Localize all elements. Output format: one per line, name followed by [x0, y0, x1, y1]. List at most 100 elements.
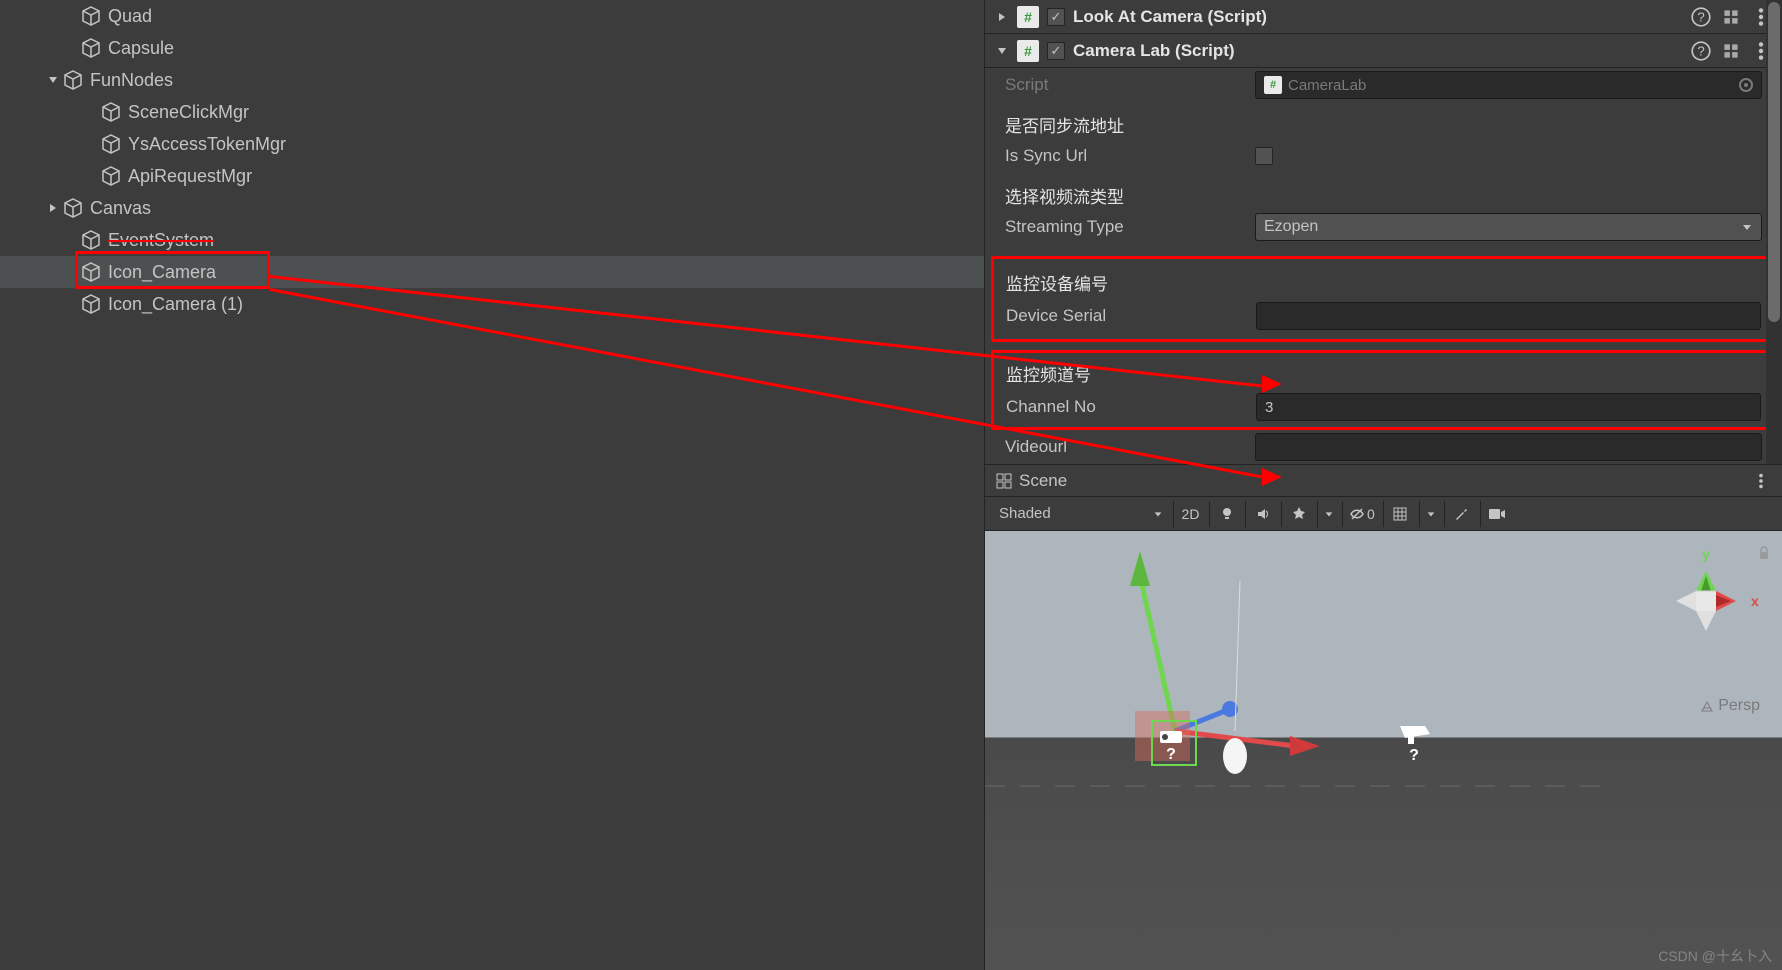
component-look-at-camera[interactable]: # Look At Camera (Script) ? [985, 0, 1782, 34]
gameobject-icon [80, 293, 102, 315]
component-enabled-checkbox[interactable] [1047, 8, 1065, 26]
svg-text:?: ? [1697, 43, 1704, 58]
tree-label: Icon_Camera (1) [108, 294, 243, 315]
svg-text:?: ? [1166, 746, 1176, 763]
gameobject-icon [100, 133, 122, 155]
audio-toggle-icon[interactable] [1245, 501, 1279, 527]
hierarchy-tree: Quad Capsule FunNodes SceneClickMgr [0, 0, 984, 320]
toggle-2d-button[interactable]: 2D [1173, 501, 1207, 527]
component-enabled-checkbox[interactable] [1047, 42, 1065, 60]
device-serial-header: 监控设备编号 [1006, 270, 1256, 295]
tools-icon[interactable] [1444, 501, 1478, 527]
collapse-arrow-icon[interactable] [995, 10, 1009, 24]
scene-panel: Scene Shaded 2D 0 [985, 464, 1782, 970]
tree-label: EventSystem [108, 230, 214, 251]
streaming-type-value: Ezopen [1264, 218, 1318, 236]
sync-header: 是否同步流地址 [1005, 112, 1255, 137]
tree-label: FunNodes [90, 70, 173, 91]
streaming-header: 选择视频流类型 [1005, 183, 1255, 208]
tree-item-capsule[interactable]: Capsule [0, 32, 984, 64]
preset-icon[interactable] [1720, 6, 1742, 28]
lock-icon[interactable] [1756, 545, 1772, 561]
is-sync-url-checkbox[interactable] [1255, 147, 1273, 165]
gameobject-icon [100, 165, 122, 187]
fx-toggle-icon[interactable] [1281, 501, 1315, 527]
expand-arrow-icon[interactable] [995, 44, 1009, 58]
channel-no-highlight: 监控频道号 Channel No [991, 350, 1776, 430]
tree-item-sceneclickmgr[interactable]: SceneClickMgr [0, 96, 984, 128]
camera-icon[interactable] [1480, 501, 1514, 527]
tree-item-funnodes[interactable]: FunNodes [0, 64, 984, 96]
device-serial-label: Device Serial [1006, 306, 1256, 326]
videourl-label: Videourl [1005, 437, 1255, 457]
videourl-input[interactable] [1255, 433, 1762, 461]
lighting-toggle-icon[interactable] [1209, 501, 1243, 527]
annotation-arrowhead-2 [1262, 468, 1282, 486]
shading-mode-value: Shaded [999, 505, 1051, 522]
orientation-gizmo[interactable]: y x [1646, 541, 1766, 661]
tree-label: SceneClickMgr [128, 102, 249, 123]
tree-item-canvas[interactable]: Canvas [0, 192, 984, 224]
perspective-label[interactable]: Persp [1700, 697, 1760, 715]
script-label: Script [1005, 75, 1255, 95]
tree-item-eventsystem[interactable]: EventSystem [0, 224, 984, 256]
device-serial-input[interactable] [1256, 302, 1761, 330]
script-object-field[interactable]: # CameraLab [1255, 71, 1762, 99]
script-icon: # [1264, 76, 1282, 94]
scene-tab-label[interactable]: Scene [1019, 471, 1067, 491]
tree-label: YsAccessTokenMgr [128, 134, 286, 155]
help-icon[interactable]: ? [1690, 6, 1712, 28]
scrollbar-thumb[interactable] [1768, 2, 1780, 322]
grid-toggle-icon[interactable] [1383, 501, 1417, 527]
fx-dropdown-icon[interactable] [1317, 501, 1340, 527]
gameobject-icon [62, 69, 84, 91]
preset-icon[interactable] [1720, 40, 1742, 62]
component-title: Look At Camera (Script) [1073, 7, 1682, 27]
hidden-objects-button[interactable]: 0 [1342, 501, 1381, 527]
channel-no-label: Channel No [1006, 397, 1256, 417]
is-sync-url-label: Is Sync Url [1005, 146, 1255, 166]
script-icon: # [1017, 40, 1039, 62]
tree-item-icon-camera[interactable]: Icon_Camera [0, 256, 984, 288]
svg-text:?: ? [1409, 747, 1419, 764]
component-camera-lab[interactable]: # Camera Lab (Script) ? [985, 34, 1782, 68]
gameobject-icon [62, 197, 84, 219]
script-icon: # [1017, 6, 1039, 28]
tree-label: Canvas [90, 198, 151, 219]
help-icon[interactable]: ? [1690, 40, 1712, 62]
component-title: Camera Lab (Script) [1073, 41, 1682, 61]
collapse-arrow-icon[interactable] [46, 201, 60, 215]
inspector-panel: # Look At Camera (Script) ? # Camera Lab… [985, 0, 1782, 464]
annotation-arrowhead-1 [1262, 375, 1282, 393]
scene-toolbar: Shaded 2D 0 [985, 497, 1782, 531]
chevron-down-icon [1153, 509, 1163, 519]
menu-icon[interactable] [1750, 470, 1772, 492]
streaming-type-label: Streaming Type [1005, 217, 1255, 237]
gameobject-icon [100, 101, 122, 123]
object-picker-icon[interactable] [1739, 78, 1753, 92]
svg-text:x: x [1751, 593, 1759, 609]
expand-arrow-icon[interactable] [46, 73, 60, 87]
tree-label: Capsule [108, 38, 174, 59]
svg-text:y: y [1702, 546, 1710, 562]
tree-item-quad[interactable]: Quad [0, 0, 984, 32]
shading-mode-dropdown[interactable]: Shaded [991, 501, 1171, 527]
inspector-scrollbar[interactable] [1766, 0, 1782, 464]
tree-item-apirequestmgr[interactable]: ApiRequestMgr [0, 160, 984, 192]
gameobject-icon [80, 5, 102, 27]
tree-label: Quad [108, 6, 152, 27]
script-value: CameraLab [1288, 77, 1366, 94]
tree-item-icon-camera-1[interactable]: Icon_Camera (1) [0, 288, 984, 320]
persp-icon [1700, 699, 1714, 713]
streaming-type-dropdown[interactable]: Ezopen [1255, 213, 1762, 241]
gameobject-icon [80, 37, 102, 59]
hierarchy-panel: Quad Capsule FunNodes SceneClickMgr [0, 0, 985, 970]
scene-viewport[interactable]: ? ? [985, 531, 1782, 970]
watermark: CSDN @十幺卜入 [1658, 946, 1772, 966]
tree-label: ApiRequestMgr [128, 166, 252, 187]
channel-no-input[interactable] [1256, 393, 1761, 421]
tree-item-ysaccesstokenmgr[interactable]: YsAccessTokenMgr [0, 128, 984, 160]
svg-text:?: ? [1697, 9, 1704, 24]
grid-dropdown-icon[interactable] [1419, 501, 1442, 527]
chevron-down-icon [1741, 221, 1753, 233]
